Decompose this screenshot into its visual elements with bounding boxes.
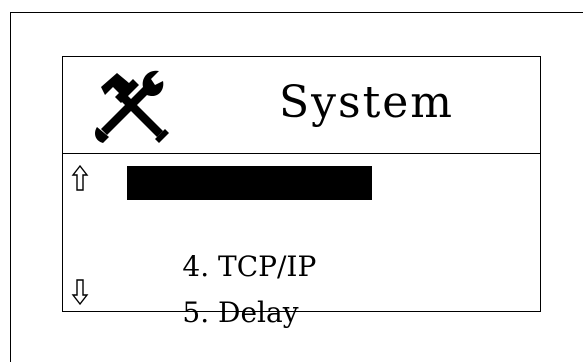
screen-header: System <box>63 57 540 154</box>
menu-item-tcp-ip[interactable]: 4. TCP/IP <box>127 216 322 283</box>
menu-item-label: Delay <box>218 296 299 329</box>
arrow-up-outline-icon[interactable] <box>71 164 89 192</box>
menu-item-delay[interactable]: 5. Delay <box>127 262 305 329</box>
lcd-screen: System 3. Baud Rate 4. TCP/IP 5. Delay <box>62 56 541 329</box>
screen-title: System <box>279 77 455 128</box>
menu-item-number: 5. <box>182 296 210 329</box>
menu-item-baud-rate[interactable]: 3. Baud Rate <box>127 166 373 233</box>
hammer-wrench-tools-icon <box>95 70 169 143</box>
arrow-down-outline-icon[interactable] <box>71 278 89 306</box>
menu-list: 3. Baud Rate 4. TCP/IP 5. Delay <box>63 154 540 329</box>
